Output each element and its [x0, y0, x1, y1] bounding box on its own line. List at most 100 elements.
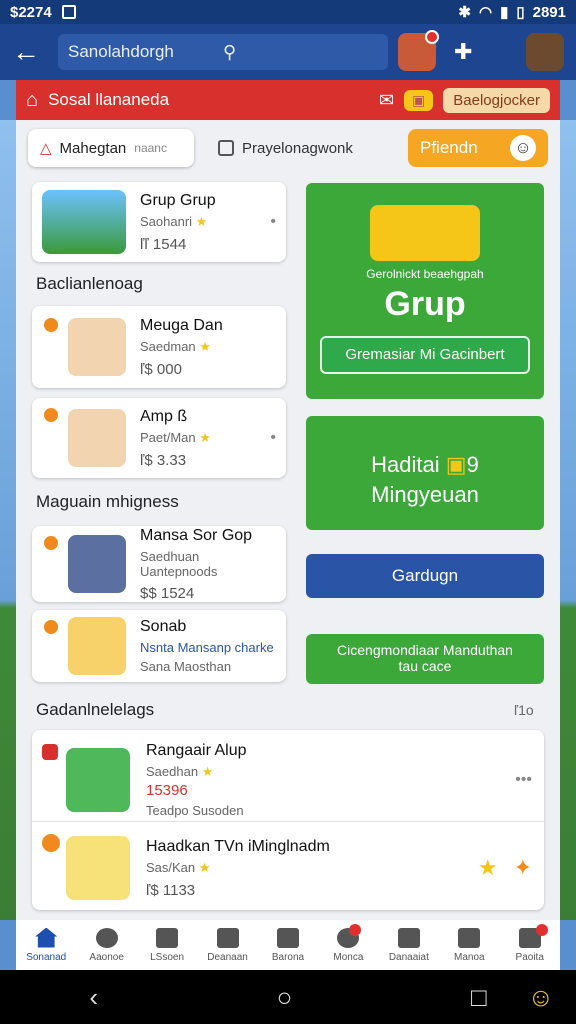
- avatar[interactable]: [398, 30, 439, 71]
- bottom-nav: Sonanad Aaonoe LSsoen Deanaan Barona Mon…: [16, 920, 560, 970]
- badge-icon: [42, 316, 60, 334]
- group-thumbnail: [42, 190, 126, 254]
- wifi-icon: ◠: [479, 4, 493, 21]
- person-value: ľ$ 3.33: [140, 451, 187, 469]
- search-input[interactable]: Sanolahdorgh ⚲: [58, 34, 388, 70]
- feed-item[interactable]: Rangaair Alup Saedhan ★ 15396 Teadpo Sus…: [32, 738, 544, 822]
- tab-label: Prayelonagwonk: [242, 139, 353, 157]
- nav-label: Aaonoe: [89, 951, 124, 963]
- star-icon: ★: [201, 763, 214, 779]
- system-nav-bar: ‹ ○ □ ☺: [0, 970, 576, 1024]
- weekly-title: Haditai: [371, 452, 440, 477]
- tab-row: △ Mahegtan naanc Prayelonagwonk Pfiendn …: [28, 128, 548, 168]
- group-title: Grup Grup: [140, 191, 216, 209]
- recents-icon[interactable]: □: [471, 982, 487, 1013]
- star-icon: ★: [195, 213, 208, 229]
- promo-kicker: Gerolnickt beaehgpah: [366, 267, 484, 281]
- badge-icon: [42, 834, 60, 852]
- star-icon: ★: [198, 859, 211, 875]
- nav-label: Deanaan: [207, 951, 248, 963]
- nav-profile[interactable]: Danaaiat: [379, 920, 439, 970]
- list-item[interactable]: Mansa Sor Gop Saedhuan Uantepnoods $$ 15…: [32, 526, 286, 602]
- status-bar: $2274 ✱ ◠ ▮ ▯ 2891: [0, 0, 576, 24]
- nav-home[interactable]: Sonanad: [16, 920, 76, 970]
- feed-list: Rangaair Alup Saedhan ★ 15396 Teadpo Sus…: [32, 730, 544, 910]
- emoji-icon[interactable]: ☺: [527, 982, 554, 1013]
- avatar: [66, 836, 130, 900]
- notification-dot: [535, 924, 548, 936]
- gift-icon: [370, 205, 480, 261]
- nav-chat[interactable]: Monca: [318, 920, 378, 970]
- person-sub: Saedman: [140, 338, 196, 354]
- tab-mahegtan[interactable]: △ Mahegtan naanc: [28, 129, 194, 167]
- tab-pfiendn[interactable]: Pfiendn ☺: [408, 129, 548, 167]
- top-app-bar: ← Sanolahdorgh ⚲ ✚: [0, 24, 576, 80]
- more-icon[interactable]: •: [270, 213, 276, 231]
- weekly-gift-card[interactable]: Haditai ▣9 Mingyeuan: [306, 416, 544, 530]
- tab-prayelonagwonk[interactable]: Prayelonagwonk: [206, 129, 378, 167]
- more-icon[interactable]: •: [270, 429, 276, 447]
- clipboard-icon: [216, 927, 239, 948]
- badge-icon: [42, 744, 58, 760]
- primary-button[interactable]: Gardugn: [306, 554, 544, 598]
- social-header-bar: ⌂ Sosal llananeda ✉ ▣ Baelogjocker: [16, 80, 560, 120]
- back-arrow-icon[interactable]: ←: [12, 38, 40, 66]
- nav-shop[interactable]: Manoa: [439, 920, 499, 970]
- feed-title: Rangaair Alup: [146, 741, 247, 759]
- section-title: Gadanlnelelags: [36, 700, 155, 719]
- promo-button[interactable]: Gremasiar Mi Gacinbert: [320, 336, 530, 374]
- nav-label: Manoa: [453, 951, 485, 963]
- nav-label: LSsoen: [150, 951, 185, 963]
- back-icon[interactable]: ‹: [89, 982, 98, 1013]
- chat-icon[interactable]: ✉: [379, 90, 394, 111]
- search-icon[interactable]: ⚲: [223, 42, 378, 63]
- nav-search[interactable]: Aaonoe: [76, 920, 136, 970]
- nav-edit[interactable]: Barona: [258, 920, 318, 970]
- wallet-icon[interactable]: ▣: [404, 89, 434, 111]
- search-text: Sanolahdorgh: [68, 42, 174, 61]
- badge-icon: [42, 534, 60, 552]
- star-icon: ★: [199, 429, 211, 445]
- group-price: ľľ 1544: [140, 235, 187, 253]
- item-sub: Saedhuan Uantepnoods: [140, 548, 218, 579]
- home-icon[interactable]: ⌂: [26, 89, 38, 112]
- group-promo-card[interactable]: Gerolnickt beaehgpah Grup Gremasiar Mi G…: [306, 183, 544, 399]
- emoji-button-icon[interactable]: ✦: [514, 855, 532, 881]
- item-sub: Nsnta Mansanp charke: [140, 640, 274, 655]
- person-name: Meuga Dan: [140, 316, 223, 334]
- nav-tasks[interactable]: Deanaan: [197, 920, 257, 970]
- feed-title: Haadkan TVn iMinglnadm: [146, 837, 330, 855]
- person-value: ľ$ 000: [140, 360, 182, 378]
- home-circle-icon[interactable]: ○: [277, 982, 293, 1013]
- star-button-icon[interactable]: ★: [478, 855, 498, 881]
- profile-avatar[interactable]: [526, 33, 564, 71]
- promo-title: Grup: [384, 285, 466, 323]
- tab-label: Pfiendn: [420, 138, 478, 157]
- avatar: [68, 318, 126, 376]
- nav-friends[interactable]: Paoita: [500, 920, 560, 970]
- group-card[interactable]: Grup Grup Saohanri ★ ľľ 1544 •: [32, 182, 286, 262]
- add-friend-icon[interactable]: ✚: [454, 39, 472, 65]
- shop-icon: [458, 927, 481, 948]
- section-title: Maguain mhigness: [36, 492, 179, 511]
- feed-item[interactable]: Haadkan TVn iMinglnadm Sas/Kan ★ ľ$ 1133…: [32, 830, 544, 906]
- nav-label: Danaaiat: [388, 951, 429, 963]
- more-icon[interactable]: •••: [515, 771, 532, 789]
- list-item[interactable]: Amp ß Paet/Man ★ ľ$ 3.33 •: [32, 398, 286, 478]
- gamepad-icon: [156, 927, 179, 948]
- status-time: $2274: [10, 3, 52, 21]
- section-count: ľ1o: [514, 702, 534, 718]
- status-clock: 2891: [532, 3, 566, 21]
- weekly-num: 9: [466, 452, 479, 477]
- checkbox-icon[interactable]: [218, 140, 234, 156]
- nav-label: Monca: [333, 951, 364, 963]
- section-title: Baclianlenoag: [36, 274, 143, 293]
- list-item[interactable]: Sonab Nsnta Mansanp charke Sana Maosthan: [32, 610, 286, 682]
- balance-pill[interactable]: Baelogjocker: [443, 87, 550, 113]
- nav-games[interactable]: LSsoen: [137, 920, 197, 970]
- smiley-icon: ☺: [510, 135, 536, 161]
- feed-sub: Sas/Kan: [146, 859, 196, 875]
- battery-icon: ▯: [516, 4, 525, 21]
- secondary-button[interactable]: Cicengmondiaar Manduthan tau cace: [306, 634, 544, 684]
- list-item[interactable]: Meuga Dan Saedman ★ ľ$ 000: [32, 306, 286, 388]
